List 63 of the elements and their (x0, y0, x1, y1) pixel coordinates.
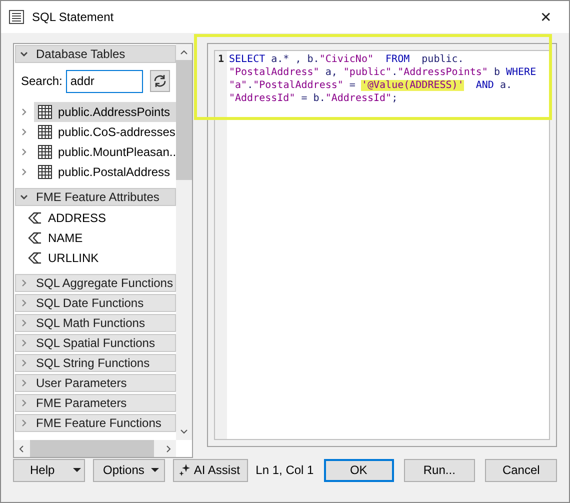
chevron-right-icon (20, 359, 28, 367)
section-header[interactable]: SQL String Functions (15, 354, 176, 372)
table-icon (38, 165, 52, 179)
table-item[interactable]: public.CoS-addresses (34, 122, 176, 142)
table-item[interactable]: public.PostalAddress (34, 162, 176, 182)
chevron-right-icon (20, 379, 28, 387)
caret-icon (151, 468, 160, 472)
section-header[interactable]: FME Feature Attributes (15, 188, 176, 206)
chevron-right-icon (20, 339, 28, 347)
code-line: SELECT a.* , b."CivicNo" FROM public. (229, 53, 464, 66)
search-field[interactable]: addr (66, 70, 144, 92)
chevron-right-icon (20, 168, 28, 176)
sparkle-icon (178, 464, 191, 476)
ok-button[interactable]: OK (324, 458, 394, 482)
refresh-button[interactable] (150, 70, 170, 92)
refresh-icon (153, 74, 168, 88)
close-button[interactable]: ✕ (531, 5, 561, 29)
window-icon (9, 10, 24, 24)
attribute-item[interactable]: NAME (48, 229, 83, 247)
attribute-icon (28, 232, 42, 244)
search-label: Search: (21, 73, 62, 90)
section-header[interactable]: SQL Spatial Functions (15, 334, 176, 352)
vertical-scrollbar[interactable] (176, 44, 192, 440)
code-line: "PostalAddress" a, "public"."AddressPoints" b WHERE (229, 66, 536, 79)
chevron-right-icon (20, 279, 28, 287)
table-icon (38, 125, 52, 139)
section-header[interactable]: Database Tables (15, 45, 176, 63)
chevron-right-icon (20, 148, 28, 156)
table-item[interactable]: public.AddressPoints (34, 102, 176, 122)
section-header[interactable]: SQL Date Functions (15, 294, 176, 312)
cursor-position: Ln 1, Col 1 (256, 462, 314, 479)
cancel-button[interactable]: Cancel (485, 458, 557, 482)
line-number: 1 (218, 53, 224, 67)
section-header[interactable]: FME Feature Functions (15, 414, 176, 432)
horizontal-scrollbar[interactable] (14, 440, 176, 457)
chevron-right-icon (20, 299, 28, 307)
run-button[interactable]: Run... (404, 458, 476, 482)
caret-icon (72, 468, 81, 472)
code-line: "AddressId" = b."AddressId"; (229, 92, 398, 105)
chevron-down-icon (20, 50, 28, 58)
options-button[interactable]: Options (93, 458, 165, 482)
chevron-down-icon (20, 193, 28, 201)
code-editor[interactable]: 1 SELECT a.* , b."CivicNo" FROM public. "PostalAddress" a, "public"."AddressPoints" b WHERE "a"."PostalAddress" = '@Value(ADDRESS)' AND a. "AddressId" = b."AddressId"; (214, 50, 550, 440)
chevron-right-icon (20, 399, 28, 407)
help-button[interactable]: Help (13, 458, 86, 482)
attribute-item[interactable]: URLLINK (48, 249, 99, 267)
section-header[interactable]: User Parameters (15, 374, 176, 392)
attribute-item[interactable]: ADDRESS (48, 209, 106, 227)
attribute-icon (28, 252, 42, 264)
table-icon (38, 105, 52, 119)
chevron-right-icon (20, 128, 28, 136)
window-title: SQL Statement (32, 9, 114, 26)
ai-assist-button[interactable]: AI Assist (172, 458, 248, 482)
chevron-right-icon (20, 419, 28, 427)
chevron-right-icon (20, 319, 28, 327)
table-icon (38, 145, 52, 159)
section-header[interactable]: SQL Aggregate Functions (15, 274, 176, 292)
section-header[interactable]: FME Parameters (15, 394, 176, 412)
code-line: "a"."PostalAddress" = '@Value(ADDRESS)' AND a. (229, 79, 512, 92)
table-item[interactable]: public.MountPleasan... (34, 142, 176, 162)
attribute-icon (28, 212, 42, 224)
chevron-right-icon (20, 108, 28, 116)
section-header[interactable]: SQL Math Functions (15, 314, 176, 332)
